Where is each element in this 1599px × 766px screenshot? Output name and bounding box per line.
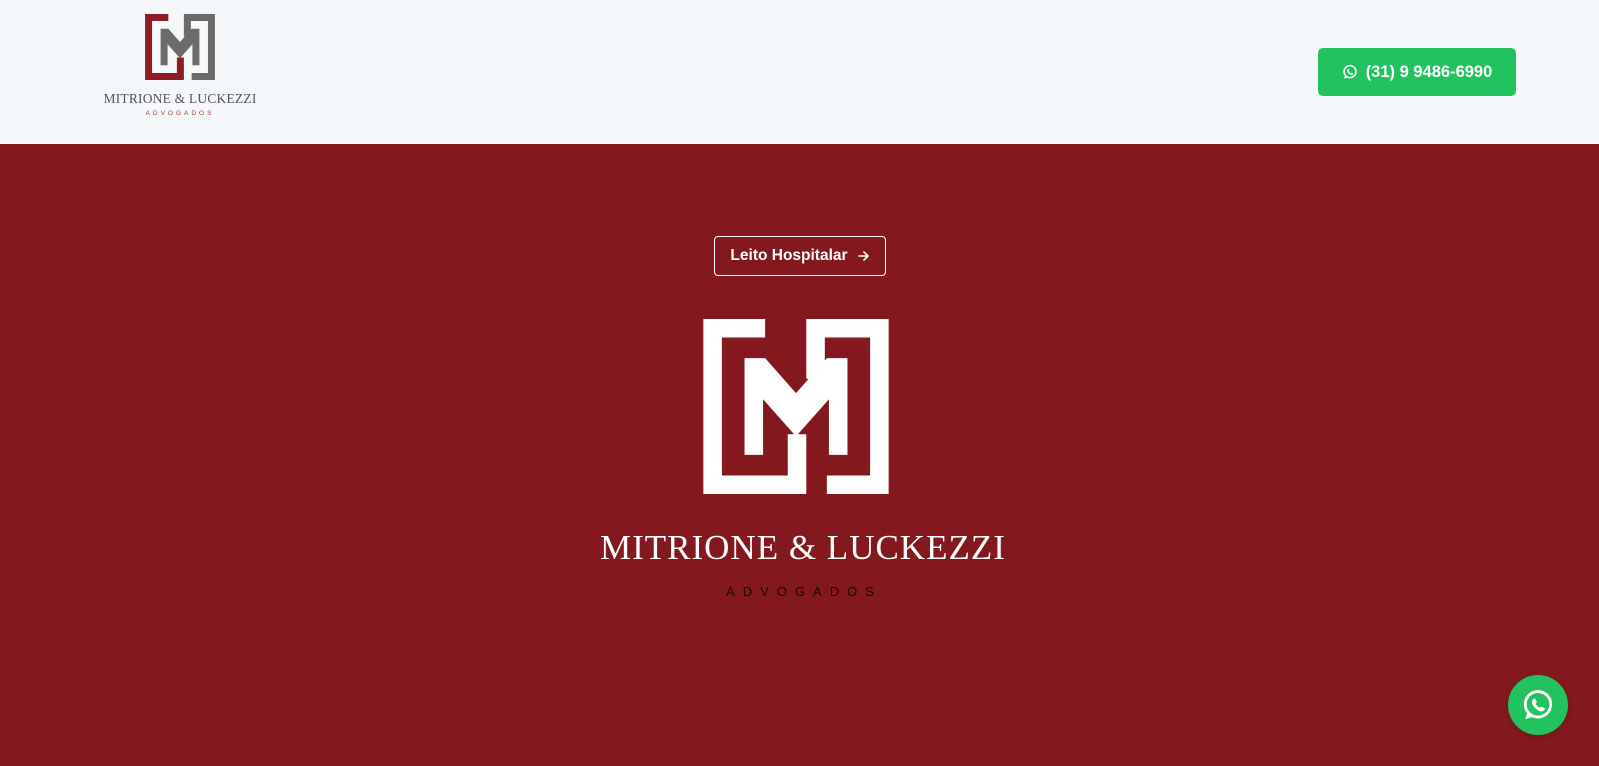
arrow-right-icon [857, 251, 869, 261]
brand-tagline: ADVOGADOS [145, 110, 215, 117]
whatsapp-phone-button[interactable]: (31) 9 9486-6990 [1318, 48, 1516, 96]
hero-brand-name: MITRIONE & LUCKEZZI [600, 528, 1006, 567]
whatsapp-icon [1523, 690, 1553, 720]
whatsapp-floating-button[interactable] [1508, 675, 1568, 735]
category-pill-label: Leito Hospitalar [730, 247, 848, 264]
hero-section: Leito Hospitalar MITRIONE & LUCKEZZI ADV… [0, 144, 1599, 766]
phone-number-label: (31) 9 9486-6990 [1365, 62, 1493, 81]
site-logo[interactable]: MITRIONE & LUCKEZZI ADVOGADOS [103, 14, 256, 124]
mitrione-luckezzi-monogram-icon [703, 319, 889, 494]
whatsapp-icon [1342, 64, 1357, 79]
mitrione-luckezzi-monogram-icon [145, 14, 215, 80]
brand-name: MITRIONE & LUCKEZZI [103, 91, 257, 106]
site-header: MITRIONE & LUCKEZZI ADVOGADOS (31) 9 948… [0, 0, 1599, 144]
category-leito-hospitalar-button[interactable]: Leito Hospitalar [714, 236, 886, 276]
hero-brand-tagline: ADVOGADOS [726, 584, 882, 599]
